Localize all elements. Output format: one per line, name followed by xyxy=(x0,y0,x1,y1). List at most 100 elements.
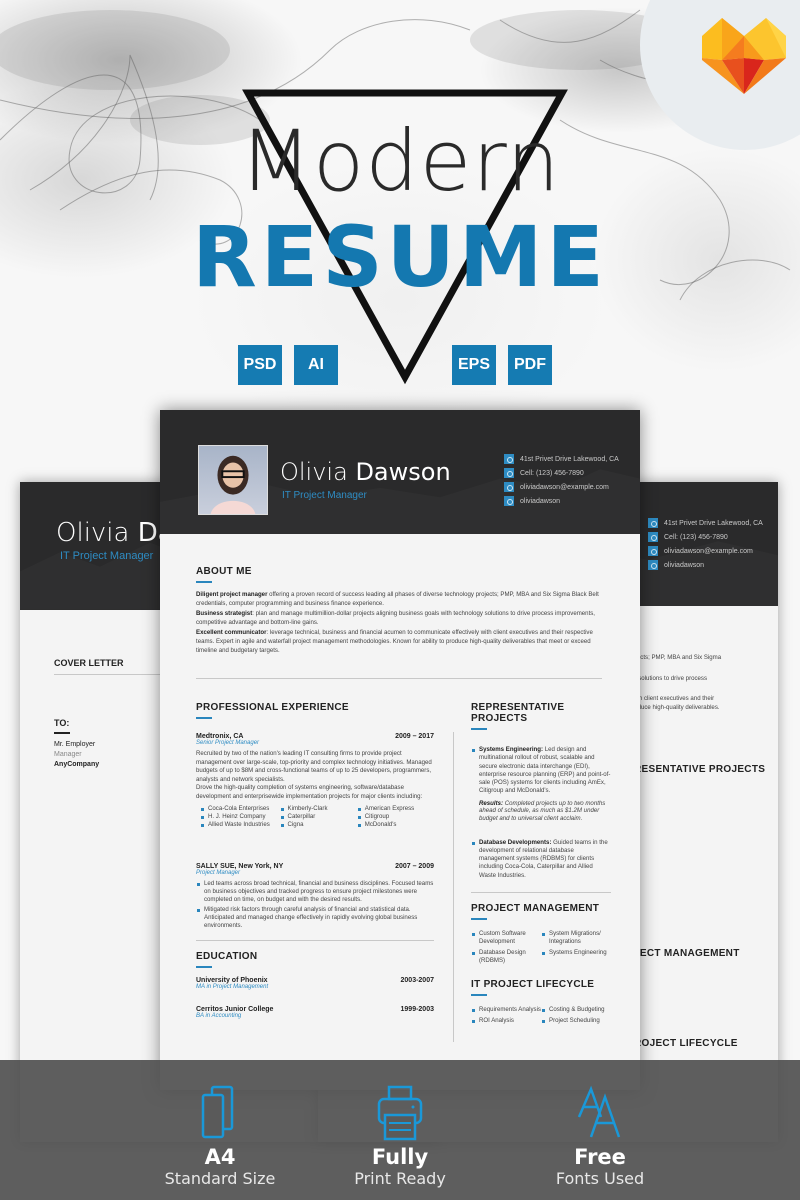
contact-address: 41st Privet Drive Lakewood, CA xyxy=(504,452,619,466)
cover-role: IT Project Manager xyxy=(60,550,154,562)
skill-item: Custom Software Development xyxy=(471,930,541,946)
title-modern: Modern xyxy=(239,112,561,210)
client-item: Kimberly-Clark xyxy=(280,805,357,813)
feature-fonts: Free Fonts Used xyxy=(520,1085,680,1188)
feature-a4: A4 Standard Size xyxy=(140,1085,300,1188)
role: IT Project Manager xyxy=(282,490,367,501)
divider xyxy=(54,674,174,675)
title-resume: RESUME xyxy=(192,208,608,306)
feature-subtitle: Fonts Used xyxy=(555,1169,645,1188)
skill-item: System Migrations/ Integrations xyxy=(541,930,611,946)
education-degree: MA in Project Management xyxy=(196,983,269,990)
profile-photo xyxy=(198,445,268,515)
format-badge-pdf: PDF xyxy=(508,345,552,385)
divider xyxy=(196,678,602,679)
contact-phone: Cell: (123) 456-7890 xyxy=(504,466,619,480)
cover-letter-heading: COVER LETTER xyxy=(54,658,124,668)
projects-heading-fragment: RESENTATIVE PROJECTS xyxy=(634,764,766,775)
feature-subtitle: Standard Size xyxy=(164,1169,276,1188)
heading-underline xyxy=(471,918,487,921)
client-item: Cigna xyxy=(280,821,357,829)
contact-list: 41st Privet Drive Lakewood, CA Cell: (12… xyxy=(504,452,619,508)
divider xyxy=(471,892,611,894)
job-title: Senior Project Manager xyxy=(196,740,260,746)
font-icon xyxy=(577,1085,621,1138)
heart-logo-icon xyxy=(702,18,786,94)
about-paragraph: Diligent project manager offering a prov… xyxy=(196,591,599,607)
to-underline xyxy=(54,732,70,734)
skill-item: Database Design (RDBMS) xyxy=(471,949,541,965)
first-name: Olivia xyxy=(280,458,348,486)
pages-icon xyxy=(201,1085,234,1139)
email-icon xyxy=(648,546,658,556)
feature-subtitle: Print Ready xyxy=(354,1169,446,1188)
heading-underline xyxy=(196,965,212,968)
resume-header: Olivia Dawson IT Project Manager 41st Pr… xyxy=(160,410,640,534)
experience-section: PROFESSIONAL EXPERIENCE Medtronix, CA 200… xyxy=(196,702,434,1019)
heading-underline xyxy=(471,994,487,997)
pm-heading-fragment: JECT MANAGEMENT xyxy=(634,948,740,959)
contact-skype: oliviadawson xyxy=(504,494,619,508)
contact-phone: Cell: (123) 456-7890 xyxy=(648,530,763,544)
project-item: Database Developments: Guided teams in t… xyxy=(471,839,611,880)
format-badge-psd: PSD xyxy=(238,345,282,385)
lifecycle-heading: IT PROJECT LIFECYCLE xyxy=(471,979,595,991)
pm-skill-list: Custom Software Development Database Desi… xyxy=(471,930,611,965)
sidebar-column: REPRESENTATIVE PROJECTS Systems Engineer… xyxy=(471,702,611,1025)
to-label: TO: xyxy=(54,718,70,728)
phone-icon xyxy=(504,468,514,478)
about-paragraph: Excellent communicator: leverage technic… xyxy=(196,629,593,654)
experience-heading: PROFESSIONAL EXPERIENCE xyxy=(196,702,349,713)
client-item: McDonald's xyxy=(357,821,434,829)
resume-page-front: Olivia Dawson IT Project Manager 41st Pr… xyxy=(160,410,640,1090)
client-item: H. J. Heinz Company xyxy=(200,813,280,821)
skill-item: ROI Analysis xyxy=(471,1017,541,1025)
column-divider xyxy=(453,732,454,1042)
skill-item: Systems Engineering xyxy=(541,949,611,957)
feature-title: Free xyxy=(574,1145,626,1169)
recipient-name: Mr. Employer xyxy=(54,741,96,748)
skill-item: Requirements Analysis xyxy=(471,1006,541,1014)
contact-list-back: 41st Privet Drive Lakewood, CA Cell: (12… xyxy=(648,516,763,572)
job-bullet: Mitigated risk factors through careful a… xyxy=(196,906,434,930)
project-results: Results: Completed projects up to two mo… xyxy=(479,799,606,822)
job-header: Medtronix, CA 2009 – 2017 xyxy=(196,733,434,740)
client-item: American Express xyxy=(357,805,434,813)
location-icon xyxy=(648,518,658,528)
education-heading: EDUCATION xyxy=(196,950,258,962)
heading-underline xyxy=(196,581,212,583)
job-bullet: Led teams across broad technical, financ… xyxy=(196,880,434,904)
job-dates: 2009 – 2017 xyxy=(395,733,434,740)
job-title: Project Manager xyxy=(196,869,241,876)
contact-email: oliviadawson@example.com xyxy=(648,544,763,558)
last-name: Dawson xyxy=(355,458,451,486)
contact-address: 41st Privet Drive Lakewood, CA xyxy=(648,516,763,530)
feature-title: A4 xyxy=(204,1145,236,1169)
education-degree: BA in Accounting xyxy=(196,1012,242,1019)
contact-skype: oliviadawson xyxy=(648,558,763,572)
about-section: ABOUT ME Diligent project manager offeri… xyxy=(196,566,604,655)
skill-item: Project Scheduling xyxy=(541,1017,611,1025)
recipient-title: Manager xyxy=(54,751,82,758)
job-description: Drove the high-quality completion of sys… xyxy=(196,784,423,800)
contact-email: oliviadawson@example.com xyxy=(504,480,619,494)
format-badge-eps: EPS xyxy=(452,345,496,385)
skill-item: Costing & Budgeting xyxy=(541,1006,611,1014)
feature-print: Fully Print Ready xyxy=(320,1085,480,1188)
client-list: Coca-Cola Enterprises H. J. Heinz Company… xyxy=(196,805,434,829)
lifecycle-skill-list: Requirements Analysis ROI Analysis Costin… xyxy=(471,1006,611,1025)
format-badge-ai: AI xyxy=(294,345,338,385)
about-paragraph: Business strategist: plan and manage mul… xyxy=(196,610,595,626)
job-header: SALLY SUE, New York, NY 2007 – 2009 xyxy=(196,863,434,870)
job-company: Medtronix, CA xyxy=(196,733,244,740)
projects-heading: REPRESENTATIVE PROJECTS xyxy=(471,702,565,724)
job-company: SALLY SUE, New York, NY xyxy=(196,862,284,870)
divider xyxy=(196,939,434,941)
about-heading: ABOUT ME xyxy=(196,566,252,577)
heading-underline xyxy=(471,728,487,730)
pm-heading: PROJECT MANAGEMENT xyxy=(471,903,600,915)
about-fragment: ology solutions to drive process xyxy=(622,674,708,682)
feature-title: Fully xyxy=(371,1145,429,1169)
location-icon xyxy=(504,454,514,464)
client-item: Citigroup xyxy=(357,813,434,821)
